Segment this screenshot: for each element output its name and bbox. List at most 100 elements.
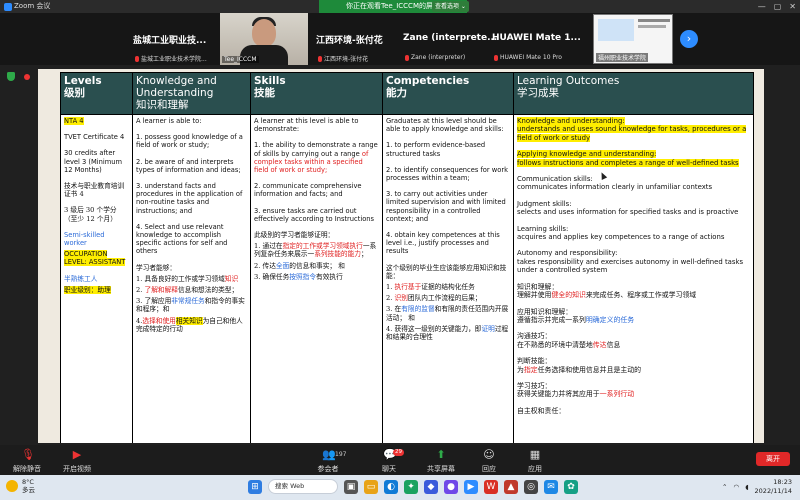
zoom-taskbar-icon[interactable]: ▶ xyxy=(464,479,478,494)
skills-text-part: 1. the ability to demonstrate a range of… xyxy=(254,141,378,158)
tray-chevron-icon[interactable]: ⌃ xyxy=(722,483,727,491)
skills-text: A learner at this level is able to demon… xyxy=(254,117,359,134)
mic-muted-icon xyxy=(494,54,498,61)
edge-browser-icon[interactable]: ◐ xyxy=(384,479,398,494)
app-icon[interactable]: ✦ xyxy=(404,479,418,494)
participants-button[interactable]: 👥 197 参会者 xyxy=(305,449,351,474)
header-en: Levels xyxy=(64,75,102,87)
app-icon[interactable]: ◎ xyxy=(524,479,538,494)
level-time-cn: 3 级后 30 个学分（至少 12 个月） xyxy=(64,206,117,223)
unmute-button[interactable]: 🎙 解除静音 xyxy=(4,449,50,474)
weather-text: 8°C 多云 xyxy=(22,478,35,494)
start-video-button[interactable]: ▶ 开启视频 xyxy=(54,449,100,474)
outcome-cn-part: 在不熟悉的环境中清楚地 xyxy=(517,340,593,349)
participant-subname: 盐城工业职业技术学院... xyxy=(135,54,207,63)
outcome-desc: takes responsibility and exercises auton… xyxy=(517,257,744,275)
minimize-icon[interactable]: — xyxy=(758,0,766,13)
outcome-cn-title: 应用知识和理解： xyxy=(517,307,573,316)
competency-text: 2. to identify consequences for work pro… xyxy=(386,165,508,183)
participant-tile[interactable]: Zane (interprete... Zane (interpreter) xyxy=(403,14,497,66)
wechat-icon[interactable]: ✿ xyxy=(564,479,578,494)
maximize-icon[interactable]: ▢ xyxy=(774,0,782,13)
level-cert-cn: 技术与职业教育培训证书 4 xyxy=(64,182,125,199)
skills-cn-part: 系列技能的能力 xyxy=(314,250,361,259)
qualification-table: Levels 级别 Knowledge and Understanding 知识和理… xyxy=(60,72,754,443)
knowledge-cn: 3. 了解应用非常规任务和指令的事实和程序；和 xyxy=(136,297,247,313)
meeting-toolbar: 🎙 解除静音 ▶ 开启视频 👥 197 参会者 💬 29 聊天 ⬆ 共享屏幕 ☺ 回应 ▦ 应用 xyxy=(0,445,800,475)
skills-cn-part: 3. 确保任务 xyxy=(254,272,290,281)
share-banner-text: 你正在观看Tee_ICCCM的屏幕 xyxy=(346,2,440,10)
apps-button[interactable]: ▦ 应用 xyxy=(512,449,558,474)
competency-cn: 1. 执行基于证据的结构化任务 xyxy=(386,283,510,291)
header-knowledge: Knowledge and Understanding 知识和理解 xyxy=(132,72,251,115)
app-icon[interactable]: ✉ xyxy=(544,479,558,494)
competency-cn-part: 2. xyxy=(386,294,395,303)
participant-name: 江西环境-张付花 xyxy=(316,36,383,46)
taskbar-search[interactable]: 搜索 Web xyxy=(268,479,338,494)
mic-muted-icon xyxy=(135,55,139,62)
shared-screen-thumbnail[interactable]: 福州职业技术学院 xyxy=(593,14,673,64)
share-screen-button[interactable]: ⬆ 共享屏幕 xyxy=(418,449,464,474)
level-worker: Semi-skilled worker xyxy=(64,230,105,248)
outcome-cn-title: 沟通技巧： xyxy=(517,332,552,341)
close-icon[interactable]: ✕ xyxy=(789,0,796,13)
windows-start-icon[interactable]: ⊞ xyxy=(248,479,262,494)
shared-slide: Levels 级别 Knowledge and Understanding 知识和理… xyxy=(38,69,764,443)
skills-cn-part: ； xyxy=(361,250,368,259)
weather-widget[interactable]: 8°C 多云 xyxy=(6,478,35,494)
participant-tile[interactable]: 盐城工业职业技... 盐城工业职业技术学院... xyxy=(133,14,223,66)
participant-count: 197 xyxy=(335,451,347,458)
outcome-cn-learning: 学习技巧： 获得关键能力并将其应用于一系列行动 xyxy=(517,382,750,399)
skills-cn: 1. 通过在指定的工作或学习领域执行一系列复杂任务来展示一系列技能的能力； xyxy=(254,242,379,258)
weather-temp: 8°C xyxy=(22,478,34,486)
active-speaker-video[interactable]: Tee_ICCCM xyxy=(220,13,308,65)
file-explorer-icon[interactable]: ▭ xyxy=(364,479,378,494)
app-icon[interactable]: ◆ xyxy=(424,479,438,494)
participant-subname-text: 盐城工业职业技术学院... xyxy=(141,56,207,63)
speaker-icon[interactable]: ◖ xyxy=(745,483,748,491)
task-view-icon[interactable]: ▣ xyxy=(344,479,358,494)
skills-cn: 2. 传达全面的信息和事实； 和 xyxy=(254,262,379,270)
outcome-cn-knowledge: 知识和理解： 理解并使用健全的知识来完成任务、程序或工作或学习领域 xyxy=(517,283,750,300)
outcome-cn-part: 遵循指示并完成一系列 xyxy=(517,315,586,324)
wifi-icon[interactable]: ◠ xyxy=(733,483,739,491)
share-screen-icon: ⬆ xyxy=(436,448,446,461)
taskbar-clock[interactable]: 18:23 2022/11/14 xyxy=(755,478,792,496)
level-occupation-cn: 职业级别：助理 xyxy=(64,285,111,294)
wps-office-icon[interactable]: W xyxy=(484,479,498,494)
skills-cn: 3. 确保任务按照指令有效执行 xyxy=(254,273,379,281)
thumb-line xyxy=(638,25,666,28)
skills-text: 2. communicate comprehensive information… xyxy=(254,182,362,199)
outcome-learning: Learning skills: acquires and applies key… xyxy=(517,225,750,242)
cell-competencies: Graduates at this level should be able t… xyxy=(382,114,514,443)
share-screen-label: 共享屏幕 xyxy=(427,465,455,473)
reactions-button[interactable]: ☺ 回应 xyxy=(466,449,512,474)
level-worker-cn: 半熟练工人 xyxy=(64,274,98,283)
clock-time: 18:23 xyxy=(773,478,792,486)
chat-button[interactable]: 💬 29 聊天 xyxy=(366,449,412,474)
view-options-button[interactable]: 查看选项 ⌄ xyxy=(432,1,469,12)
security-shield-icon[interactable] xyxy=(7,72,15,81)
competency-cn: 2. 识别团队内工作流程的后果； xyxy=(386,294,510,302)
participant-tile[interactable]: 江西环境-张付花 江西环境-张付花 xyxy=(316,14,406,66)
outcome-cn-part: 来完成任务、程序或工作或学习领域 xyxy=(585,291,697,300)
weather-cloud-sun-icon xyxy=(6,480,18,492)
start-video-label: 开启视频 xyxy=(63,465,91,473)
next-page-chevron-icon[interactable]: › xyxy=(680,30,698,48)
outcome-cn-title: 学习技巧： xyxy=(517,381,552,390)
skills-text: 1. the ability to demonstrate a range of… xyxy=(254,141,379,174)
level-credits: 30 credits after level 3 (Minimum 12 Mon… xyxy=(64,149,123,174)
participant-tile[interactable]: HUAWEI Mate 1... HUAWEI Mate 10 Pro xyxy=(492,14,582,66)
knowledge-cn: 1. 具备良好的工作或学习领域知识 xyxy=(136,275,247,283)
leave-button[interactable]: 离开 xyxy=(756,452,790,466)
outcome-judgment: Judgment skills: selects and uses informa… xyxy=(517,200,750,217)
skills-text: 3. ensure tasks are carried out effectiv… xyxy=(254,206,375,223)
skills-cn-part: 全面 xyxy=(275,261,290,270)
outcome-desc: acquires and applies key competences to … xyxy=(517,233,725,242)
app-icon[interactable]: ● xyxy=(444,479,458,494)
skills-cn-part: 按照指令 xyxy=(289,272,317,281)
participant-subname-text: 江西环境-张付花 xyxy=(324,56,369,63)
app-icon[interactable]: ▲ xyxy=(504,479,518,494)
knowledge-text: 1. possess good knowledge of a field of … xyxy=(136,133,243,150)
level-nta: NTA 4 xyxy=(64,117,84,125)
